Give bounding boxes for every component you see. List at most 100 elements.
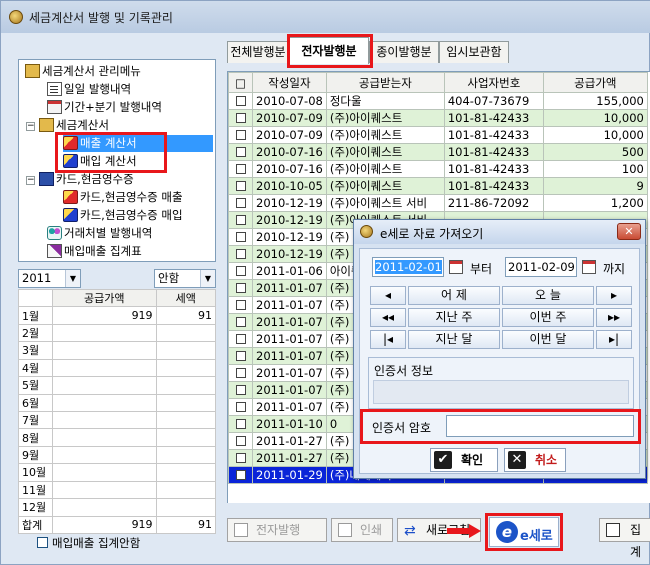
close-button[interactable]: ✕ [617,223,641,240]
tree-item-tally[interactable]: 매입매출 집계표 [47,243,142,260]
prev-day-button[interactable]: ◂ [370,286,406,305]
row-checkbox[interactable] [228,126,253,144]
next-day-button[interactable]: ▸ [596,286,632,305]
summary-cell: 8월 [18,428,53,447]
row-checkbox[interactable] [228,449,253,467]
table-row[interactable]: 2010-07-09 (주)아이퀘스트 101-81-42433 10,000 [228,109,648,127]
checkbox-icon [235,470,246,480]
summary-option-checkbox[interactable]: 매입매출 집계안함 [37,535,140,551]
this-month-button[interactable]: 이번 달 [502,330,594,349]
grid-header[interactable]: 작성일자 [252,72,327,93]
expand-toggle-invoice[interactable]: − [26,122,35,131]
nav-label: |◂ [382,332,394,346]
end-button[interactable]: ▸| [596,330,632,349]
grid-header[interactable]: 공급받는자 [325,72,445,93]
printer-icon [606,523,620,537]
row-checkbox[interactable] [228,262,253,280]
grid-header[interactable]: 공급가액 [542,72,648,93]
row-checkbox[interactable] [228,415,253,433]
last-week-button[interactable]: 지난 주 [408,308,500,327]
next-week-button[interactable]: ▸▸ [596,308,632,327]
table-row[interactable]: 2010-07-09 (주)아이퀘스트 101-81-42433 10,000 [228,126,648,144]
row-checkbox[interactable] [228,279,253,297]
this-week-button[interactable]: 이번 주 [502,308,594,327]
tree-item-card-purchase[interactable]: 카드,현금영수증 매입 [63,207,183,224]
tab-temp[interactable]: 임시보관함 [439,41,509,63]
row-checkbox[interactable] [228,313,253,331]
e-issue-button[interactable]: 전자발행 [227,518,327,542]
table-row[interactable]: 2010-10-05 (주)아이퀘스트 101-81-42433 9 [228,177,648,195]
table-row[interactable]: 2010-12-19 (주)아이퀘스트 서비 211-86-72092 1,200 [228,194,648,212]
print-button[interactable]: 인쇄 [331,518,393,542]
checkbox-icon [235,453,246,463]
tally-button[interactable]: 집계 [599,518,650,559]
calendar-icon[interactable] [449,260,463,274]
row-checkbox[interactable] [228,432,253,450]
checkbox-icon [235,402,246,412]
prev-week-button[interactable]: ◂◂ [370,308,406,327]
tree-item-card-sales[interactable]: 카드,현금영수증 매출 [63,189,183,206]
tab-all[interactable]: 전체발행분 [227,41,289,63]
to-date-field[interactable]: 2011-02-09 [505,257,577,277]
summary-cell: 7월 [18,410,53,430]
cancel-button[interactable]: ✕ 취소 [504,448,566,472]
row-checkbox[interactable] [228,381,253,399]
checkbox-icon [235,368,246,378]
ok-button[interactable]: ✔ 확인 [430,448,498,472]
year-select[interactable]: 2011 ▼ [18,269,81,288]
tree-item-purchase-invoice[interactable]: 매입 계산서 [63,153,137,170]
expand-toggle-card[interactable]: − [26,176,35,185]
today-button[interactable]: 오 늘 [502,286,594,305]
last-month-button[interactable]: 지난 달 [408,330,500,349]
tab-electronic[interactable]: 전자발행분 [289,37,369,64]
row-checkbox[interactable] [228,194,253,212]
grid-header[interactable]: 사업자번호 [443,72,544,93]
cert-password-field[interactable] [446,415,634,437]
first-button[interactable]: |◂ [370,330,406,349]
row-checkbox[interactable] [228,347,253,365]
summary-row: 6월 [18,393,217,412]
summary-row: 11월 [18,480,217,500]
tree-root[interactable]: 세금계산서 관리메뉴 [25,63,141,80]
table-row[interactable]: 2010-07-08 정다울 404-07-73679 155,000 [228,92,648,110]
row-checkbox[interactable] [228,466,253,484]
tree-item-daily[interactable]: 일일 발행내역 [47,81,131,98]
row-checkbox[interactable] [228,228,253,246]
row-checkbox[interactable] [228,296,253,314]
esero-button[interactable]: e e세로 [489,517,559,547]
row-checkbox[interactable] [228,330,253,348]
row-checkbox[interactable] [228,245,253,263]
yesterday-button[interactable]: 어 제 [408,286,500,305]
calendar-icon [47,100,62,114]
select-all-header[interactable]: □ [228,72,253,93]
period-select[interactable]: 안함 ▼ [154,269,216,288]
tree-item-invoice[interactable]: 세금계산서 [39,117,109,134]
row-checkbox[interactable] [228,92,253,110]
grid-cell-date: 2011-01-06 [252,262,327,280]
row-checkbox[interactable] [228,177,253,195]
grid-cell-date: 2010-07-16 [252,143,327,161]
from-date-field[interactable]: 2011-02-01 [372,257,444,277]
tree-item-card[interactable]: 카드,현금영수증 [39,171,134,188]
grid-cell-date: 2011-01-07 [252,381,327,399]
grid-cell-name: (주)아이퀘스트 [325,126,445,144]
tree-item-sales-invoice[interactable]: 매출 계산서 [63,135,213,152]
tree-item-period[interactable]: 기간+분기 발행내역 [47,99,162,116]
tree-item-client[interactable]: 거래처별 발행내역 [47,225,152,242]
title-bar: 세금계산서 발행 및 기록관리 [1,1,650,33]
row-checkbox[interactable] [228,160,253,178]
grid-cell-date: 2010-07-16 [252,160,327,178]
tab-paper[interactable]: 종이발행분 [369,41,439,63]
row-checkbox[interactable] [228,109,253,127]
row-checkbox[interactable] [228,364,253,382]
row-checkbox[interactable] [228,211,253,229]
table-row[interactable]: 2010-07-16 (주)아이퀘스트 101-81-42433 100 [228,160,648,178]
row-checkbox[interactable] [228,143,253,161]
menu-tree[interactable]: 세금계산서 관리메뉴 일일 발행내역 기간+분기 발행내역 − 세금계산서 매출… [18,59,216,262]
nav-label: 지난 주 [435,310,473,324]
table-row[interactable]: 2010-07-16 (주)아이퀘스트 101-81-42433 500 [228,143,648,161]
calendar-icon[interactable] [582,260,596,274]
row-checkbox[interactable] [228,398,253,416]
check-icon [234,523,248,537]
summary-cell: 4월 [18,358,53,378]
